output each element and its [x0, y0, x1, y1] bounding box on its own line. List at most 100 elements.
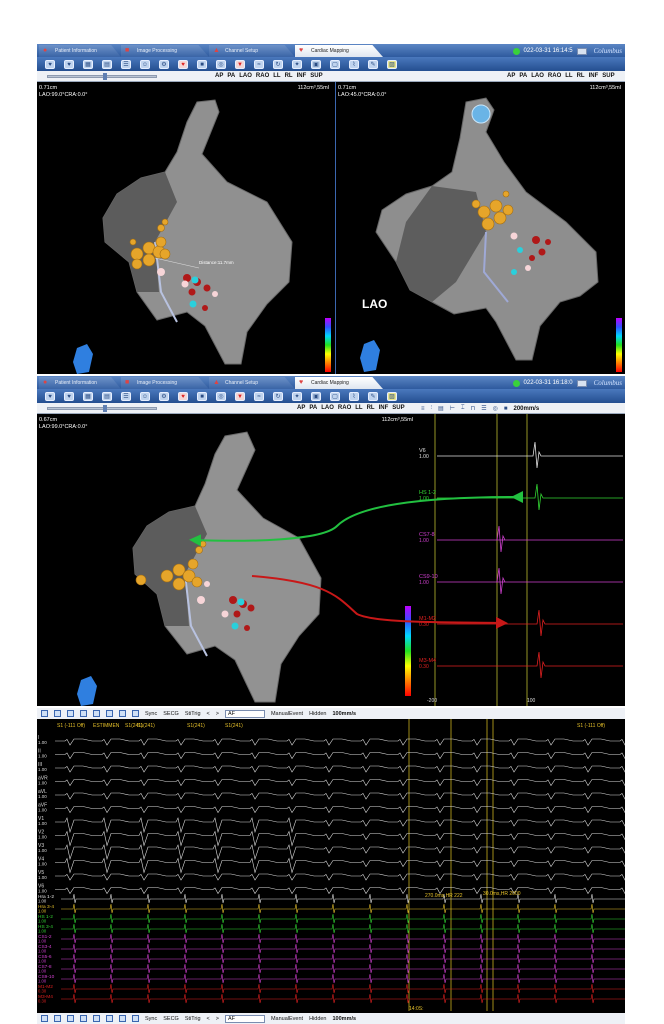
columns-icon[interactable] — [54, 1015, 61, 1022]
stitrig-button[interactable]: StiTrig — [185, 1016, 201, 1022]
heart-model[interactable]: Distance:11.7mm — [37, 82, 333, 374]
list-icon[interactable] — [41, 1015, 48, 1022]
rhythm-select[interactable]: AF — [224, 1014, 265, 1023]
signal-tool-icon[interactable]: ☰ — [481, 405, 486, 412]
view-button-lao[interactable]: LAO — [237, 71, 254, 82]
wrench-icon[interactable]: ✎ — [368, 391, 378, 401]
manual-event-button[interactable]: ManualEvent — [271, 1016, 303, 1022]
secg-button[interactable]: SECG — [163, 1016, 179, 1022]
wave-icon[interactable]: ≈ — [254, 391, 264, 401]
view-button-inf[interactable]: INF — [587, 71, 601, 82]
cardiac-icon[interactable]: ♥ — [178, 59, 188, 69]
map-view-left[interactable]: 0.71cm LAO:99.0°CRA:0.0° 112cm³,55ml Dis… — [37, 82, 333, 374]
view-button-rao[interactable]: RAO — [546, 71, 563, 82]
window-icon[interactable] — [576, 379, 587, 387]
sweep-speed[interactable]: 200mm/s — [514, 406, 540, 412]
sweep-speed[interactable]: 100mm/s — [333, 1016, 357, 1022]
grid-icon[interactable] — [67, 710, 74, 717]
grid-icon[interactable] — [67, 1015, 74, 1022]
catheter-icon[interactable]: ⌇ — [349, 59, 359, 69]
pulse-icon[interactable] — [80, 1015, 87, 1022]
pulse-icon[interactable] — [80, 710, 87, 717]
view-button-lao[interactable]: LAO — [529, 71, 546, 82]
heart-map-icon[interactable]: ♥ — [45, 59, 55, 69]
signal-tool-icon[interactable]: ⫶ — [431, 405, 433, 412]
tab-channel-setup[interactable]: ▲ Channel Setup — [209, 45, 295, 57]
user-icon[interactable]: ☺ — [140, 391, 150, 401]
stim-marker[interactable]: S1(241) — [137, 723, 155, 729]
view-button-ap[interactable]: AP — [505, 71, 517, 82]
screen-icon[interactable]: ▢ — [330, 59, 340, 69]
signal-view[interactable]: V6 1.00 HS 1-2 1.00 CS7-8 1.00 CS9-10 1.00 M1-M2… — [417, 414, 625, 706]
hidden-button[interactable]: Hidden — [309, 1016, 326, 1022]
cursor-icon[interactable] — [106, 710, 113, 717]
monitor-icon[interactable]: ▣ — [311, 391, 321, 401]
layout-icon[interactable]: ▤ — [102, 59, 112, 69]
rotate-icon[interactable]: ↻ — [273, 59, 283, 69]
rotate-icon[interactable]: ↻ — [273, 391, 283, 401]
tab-image-processing[interactable]: ■ Image Processing — [121, 45, 209, 57]
tab-cardiac-mapping[interactable]: ♥ Cardiac Mapping — [295, 45, 383, 57]
light-icon[interactable]: ✦ — [292, 391, 302, 401]
grid-icon[interactable]: ▦ — [83, 59, 93, 69]
screen-icon[interactable]: ▢ — [330, 391, 340, 401]
opacity-slider[interactable] — [47, 73, 157, 80]
view-button-rao[interactable]: RAO — [336, 403, 353, 414]
sweep-speed[interactable]: 100mm/s — [333, 711, 357, 717]
heart-map-icon[interactable]: ♥ — [45, 391, 55, 401]
prev-icon[interactable]: < — [207, 1016, 210, 1022]
rhythm-select[interactable]: AF — [224, 709, 265, 718]
view-button-lao[interactable]: LAO — [319, 403, 336, 414]
window-icon[interactable] — [576, 47, 587, 55]
heart-model[interactable] — [37, 414, 417, 706]
opacity-slider[interactable] — [47, 405, 157, 412]
view-button-pa[interactable]: PA — [225, 71, 237, 82]
heart-model[interactable]: LAO — [336, 82, 625, 374]
signal-tool-icon[interactable]: ◎ — [493, 405, 498, 412]
light-icon[interactable]: ✦ — [292, 59, 302, 69]
stim-marker[interactable]: S1(241) — [225, 723, 243, 729]
map-view[interactable]: 0.67cm LAO:99.0°CRA:0.0° 112cm³,55ml — [37, 414, 417, 706]
view-button-rl[interactable]: RL — [575, 71, 587, 82]
view-button-sup[interactable]: SUP — [390, 403, 406, 414]
grid-icon[interactable]: ▦ — [83, 391, 93, 401]
view-button-rl[interactable]: RL — [283, 71, 295, 82]
wave-icon[interactable]: ≈ — [254, 59, 264, 69]
view-button-sup[interactable]: SUP — [600, 71, 616, 82]
marker-icon[interactable]: ▼ — [235, 59, 245, 69]
user-icon[interactable]: ☺ — [140, 59, 150, 69]
prev-icon[interactable]: < — [207, 711, 210, 717]
signal-tool-icon[interactable]: ⌶ — [461, 405, 465, 412]
target-icon[interactable]: ◎ — [216, 391, 226, 401]
view-button-pa[interactable]: PA — [307, 403, 319, 414]
view-button-inf[interactable]: INF — [295, 71, 309, 82]
columns-icon[interactable] — [54, 710, 61, 717]
hidden-button[interactable]: Hidden — [309, 711, 326, 717]
stim-marker[interactable]: S1 (-111 Off) — [577, 723, 605, 729]
view-button-ap[interactable]: AP — [213, 71, 225, 82]
view-button-sup[interactable]: SUP — [308, 71, 324, 82]
view-button-ll[interactable]: LL — [353, 403, 364, 414]
caliper-icon[interactable] — [93, 1015, 100, 1022]
secg-button[interactable]: SECG — [163, 711, 179, 717]
catheter-icon[interactable]: ⌇ — [349, 391, 359, 401]
caliper-icon[interactable] — [93, 710, 100, 717]
view-button-ll[interactable]: LL — [271, 71, 282, 82]
list-icon[interactable] — [41, 710, 48, 717]
tab-image-processing[interactable]: ■ Image Processing — [121, 377, 209, 389]
cursor-icon[interactable] — [106, 1015, 113, 1022]
signal-tool-icon[interactable]: ≡ — [421, 406, 425, 412]
view-button-pa[interactable]: PA — [517, 71, 529, 82]
print-icon[interactable] — [119, 710, 126, 717]
next-icon[interactable]: > — [216, 1016, 219, 1022]
manual-event-button[interactable]: ManualEvent — [271, 711, 303, 717]
view-button-rl[interactable]: RL — [365, 403, 377, 414]
view-button-inf[interactable]: INF — [377, 403, 391, 414]
settings-icon[interactable]: ⚙ — [159, 59, 169, 69]
view-button-ap[interactable]: AP — [295, 403, 307, 414]
signal-tool-icon[interactable]: ■ — [504, 406, 508, 412]
heart-map-2-icon[interactable]: ♥ — [64, 391, 74, 401]
record-icon[interactable]: ■ — [197, 59, 207, 69]
signal-tool-icon[interactable]: ⊓ — [471, 405, 476, 412]
view-button-ll[interactable]: LL — [563, 71, 574, 82]
